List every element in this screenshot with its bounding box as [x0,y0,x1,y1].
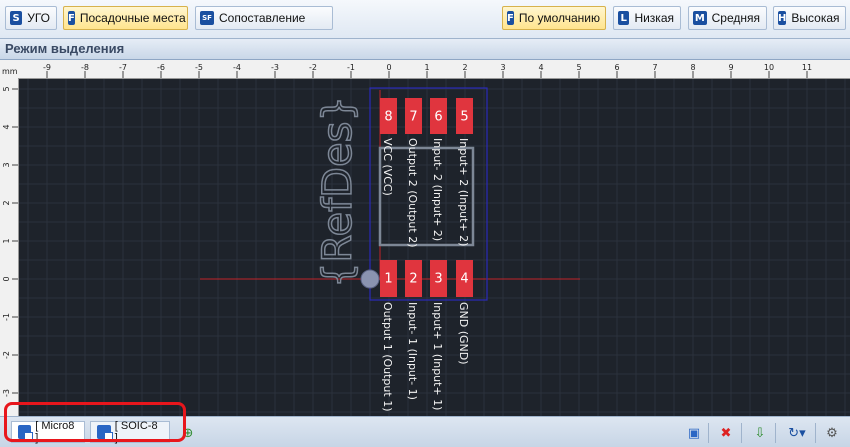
pad-1-label: Output 1 (Output 1) [381,302,394,412]
pad-5-number: 5 [460,110,468,125]
pad-7-number: 7 [409,110,417,125]
ruler-left: 5 4 3 2 1 0 -1 -2 -3 [0,78,19,416]
ruler-y-label: 4 [2,124,11,129]
pad-1-number: 1 [384,272,392,287]
ruler-y-label: -1 [2,313,11,321]
gear-icon[interactable]: ⚙ [824,425,840,441]
ruler-x-label: -1 [347,63,355,72]
mode-bar: Режим выделения [0,39,850,60]
ruler-x-label: 3 [500,63,505,72]
ruler-y-label: 3 [2,162,11,167]
pad-6-label: Input- 2 (Input+ 2) [431,138,444,241]
bottom-pad-labels: Output 1 (Output 1) Input- 1 (Input- 1) … [381,302,470,412]
ruler-x-label: 2 [462,63,467,72]
pad-5-label: Input+ 2 (Input+ 2) [457,138,470,246]
footprints-view-button[interactable]: F Посадочные места [63,6,188,30]
ruler-x-label: 4 [538,63,543,72]
ruler-y-label: -2 [2,351,11,359]
export-icon[interactable]: ⇩ [752,425,768,441]
ruler-top: mm -9 -8 -7 -6 -5 -4 -3 -2 -1 0 1 2 3 4 5 6 7 8 9 10 11 [0,60,850,79]
rotate-icon[interactable]: ↻▾ [784,425,810,441]
density-high-icon: H [778,11,787,25]
separator [815,423,816,443]
pad-4-label: GND (GND) [457,302,470,365]
footprint-icon: F [68,11,75,25]
pad-8-number: 8 [384,110,392,125]
top-pad-labels: VCC (VCC) Output 2 (Output 2) Input- 2 (… [381,138,470,248]
density-medium-button[interactable]: M Средняя [688,6,767,30]
density-default-button[interactable]: F По умолчанию [502,6,606,30]
ruler-x-label: -6 [157,63,165,72]
pad-3-label: Input+ 1 (Input+ 1) [431,302,444,410]
ruler-y-label: 5 [2,86,11,91]
mode-title: Режим выделения [5,41,125,56]
symbol-view-label: УГО [27,11,50,25]
refdes-text[interactable]: {RefDes} [314,95,362,288]
density-high-label: Высокая [791,11,840,25]
density-low-button[interactable]: L Низкая [613,6,681,30]
ruler-x-label: -5 [195,63,203,72]
footprints-view-label: Посадочные места [79,11,186,25]
ruler-y-label: 1 [2,238,11,243]
ruler-x-label: 5 [576,63,581,72]
separator [775,423,776,443]
tab-soic8-label: [ SOIC-8 ] [114,420,158,444]
ruler-x-label: 11 [802,63,812,72]
pad-3-number: 3 [434,272,442,287]
density-low-icon: L [618,11,630,25]
footprint-doc-icon [18,425,34,441]
density-default-icon: F [507,11,514,25]
pin1-marker [360,269,380,289]
footprint-design-svg[interactable]: {RefDes} 8 7 6 5 VCC (VCC) Output 2 (Out… [0,60,850,416]
pad-2-number: 2 [409,272,417,287]
ruler-x-label: -2 [309,63,317,72]
density-high-button[interactable]: H Высокая [773,6,846,30]
footprint-doc-icon [97,425,113,441]
add-footprint-icon[interactable]: ⊕ [180,425,196,441]
separator [741,423,742,443]
page-icon[interactable]: ▣ [686,425,702,441]
pad-2-label: Input- 1 (Input- 1) [406,302,419,400]
density-default-label: По умолчанию [518,11,600,25]
ruler-x-label: 1 [424,63,429,72]
ruler-x-label: -3 [271,63,279,72]
symbol-view-button[interactable]: S УГО [5,6,57,30]
ruler-x-label: -9 [43,63,51,72]
symbol-icon: S [10,11,23,25]
pad-7-label: Output 2 (Output 2) [406,138,419,248]
ruler-x-label: 8 [690,63,695,72]
pad-4-number: 4 [460,272,468,287]
tab-micro8[interactable]: [ Micro8 ] [11,420,85,444]
tab-soic8[interactable]: [ SOIC-8 ] [90,420,170,444]
ruler-x-label: -4 [233,63,241,72]
delete-icon[interactable]: ✖ [718,425,734,441]
separator [708,423,709,443]
mapping-view-button[interactable]: SF Сопоставление [195,6,333,30]
ruler-x-label: 10 [764,63,774,72]
density-low-label: Низкая [634,11,674,25]
tab-micro8-label: [ Micro8 ] [35,420,75,444]
footprint-tab-bar: [ Micro8 ] [ SOIC-8 ] ⊕ ▣ ✖ ⇩ ↻▾ ⚙ [0,416,850,447]
ruler-y-label: -3 [2,389,11,397]
pad-6-number: 6 [434,110,442,125]
density-medium-label: Средняя [711,11,760,25]
ruler-y-label: 2 [2,200,11,205]
footprint-canvas[interactable]: {RefDes} 8 7 6 5 VCC (VCC) Output 2 (Out… [0,60,850,416]
mapping-view-label: Сопоставление [219,11,306,25]
view-toolbar: S УГО F Посадочные места SF Сопоставлени… [0,0,850,39]
ruler-x-label: 6 [614,63,619,72]
ruler-x-label: 9 [728,63,733,72]
density-medium-icon: M [693,11,707,25]
ruler-unit: mm [2,67,18,76]
ruler-x-label: 0 [386,63,391,72]
mapping-icon: SF [200,11,214,25]
ruler-x-label: 7 [652,63,657,72]
ruler-y-label: 0 [2,276,11,281]
pad-8-label: VCC (VCC) [381,138,394,196]
ruler-x-label: -8 [81,63,89,72]
ruler-x-label: -7 [119,63,127,72]
